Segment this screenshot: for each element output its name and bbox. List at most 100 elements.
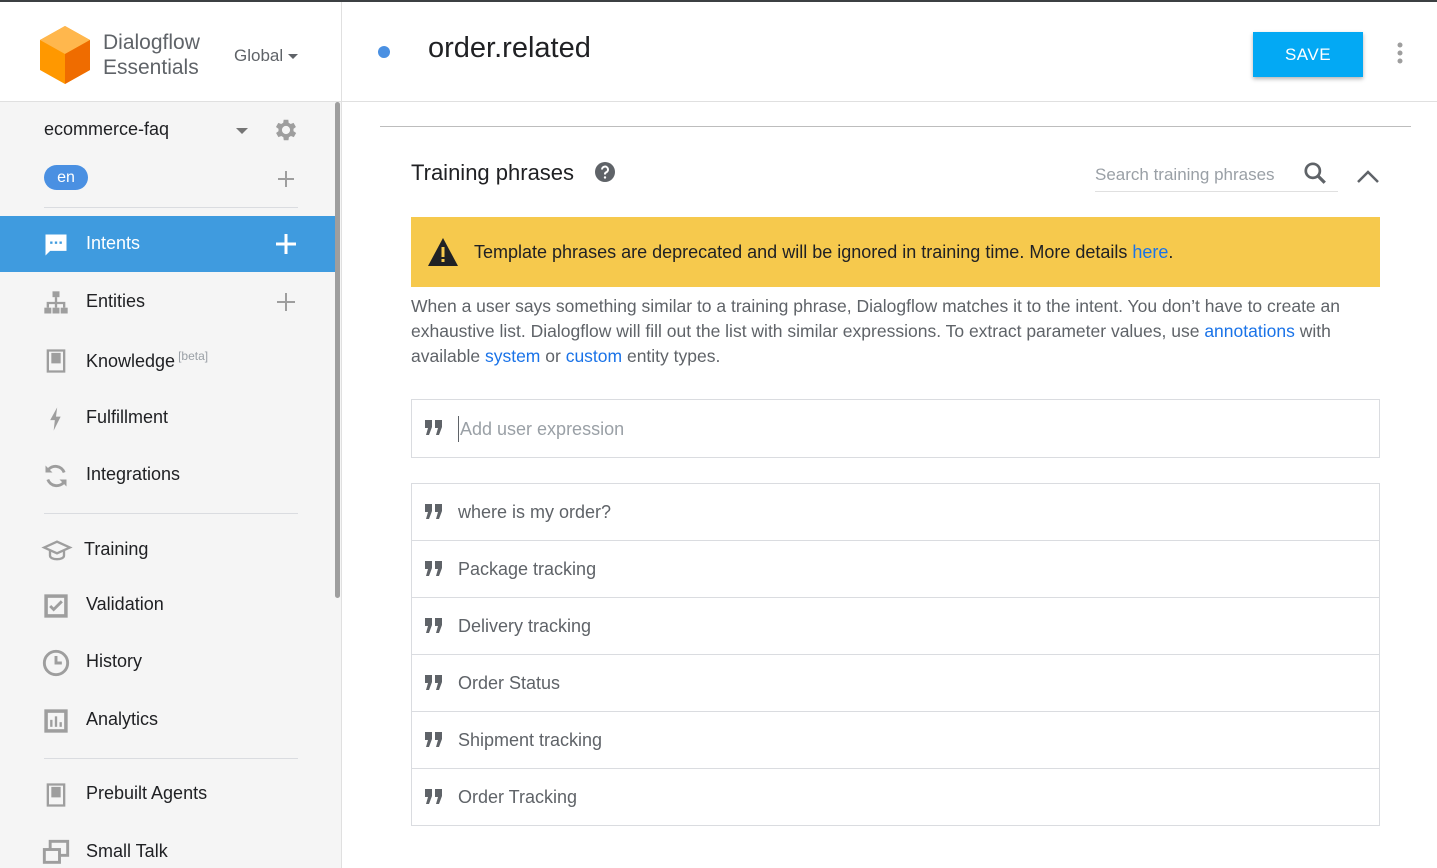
book-icon [46,349,66,373]
quote-icon [425,618,442,633]
search-input[interactable] [1095,162,1295,188]
chat-icon [45,234,67,256]
sidebar-item-training[interactable]: Training [0,522,336,578]
training-phrase-text[interactable]: Order Status [458,673,560,694]
sidebar-item-label: Knowledge [86,351,176,371]
sidebar-item-label: Intents [86,233,141,253]
caret-down-icon [288,54,299,60]
sidebar-item-knowledge[interactable]: Knowledge [beta] [0,332,336,388]
training-phrase-text[interactable]: Delivery tracking [458,616,591,637]
sidebar-item-label: Prebuilt Agents [86,783,208,803]
sidebar-item-integrations[interactable]: Integrations [0,447,336,503]
agent-dropdown-icon[interactable] [236,128,248,134]
training-phrase-text[interactable]: Shipment tracking [458,730,602,751]
section-divider [380,126,1411,127]
quote-icon [425,675,442,690]
sidebar-divider [44,758,298,759]
add-language-icon[interactable] [276,169,296,189]
sidebar-item-label: Entities [86,291,146,311]
system-link[interactable]: system [485,346,540,366]
sidebar-item-analytics[interactable]: Analytics [0,692,336,748]
region-label: Global [234,46,284,65]
hierarchy-icon [44,291,68,314]
add-intent-icon[interactable] [275,233,297,255]
agent-name[interactable]: ecommerce-faq [44,119,169,140]
intent-status-dot [378,46,390,58]
main-content: order.related SAVE Training phrases Temp… [342,2,1437,868]
annotations-link[interactable]: annotations [1204,321,1295,341]
book-icon [46,783,66,807]
product-name-line1: Dialogflow [103,31,200,54]
training-phrase-row[interactable]: Delivery tracking [412,598,1379,655]
desc-text-4: entity types. [622,346,721,366]
sidebar-item-validation[interactable]: Validation [0,577,336,633]
sidebar-scrollbar[interactable] [335,102,340,598]
quote-icon [425,561,442,576]
graduation-cap-icon [41,540,73,561]
sidebar-item-entities[interactable]: Entities [0,274,336,330]
quote-icon [425,732,442,747]
warning-text: Template phrases are deprecated and will… [474,242,1133,262]
training-phrase-list: where is my order? Package tracking Deli… [411,483,1380,826]
training-phrase-text[interactable]: Package tracking [458,559,596,580]
language-badge[interactable]: en [44,165,88,190]
custom-link[interactable]: custom [566,346,622,366]
bolt-icon [50,407,61,431]
chevron-up-icon[interactable] [1354,164,1382,188]
training-phrase-row[interactable]: Order Status [412,655,1379,712]
sidebar-divider [44,513,298,514]
more-vert-icon[interactable] [1390,42,1410,64]
sidebar-item-fulfillment[interactable]: Fulfillment [0,390,336,446]
training-phrase-row[interactable]: Order Tracking [412,769,1379,826]
sidebar-item-label: Integrations [86,464,181,484]
desc-text-3: or [540,346,566,366]
sidebar-item-label: Fulfillment [86,407,169,427]
checkbox-icon [44,594,68,618]
quote-icon [425,504,442,519]
training-phrase-row[interactable]: Package tracking [412,541,1379,598]
add-expression-row [411,399,1380,458]
bar-chart-icon [44,709,68,733]
save-button[interactable]: SAVE [1253,32,1363,77]
product-name[interactable]: Dialogflow Essentials [103,30,200,80]
sidebar-item-prebuilt-agents[interactable]: Prebuilt Agents [0,766,336,822]
help-icon[interactable] [594,161,616,183]
sidebar-item-history[interactable]: History [0,634,336,690]
training-phrase-row[interactable]: Shipment tracking [412,712,1379,769]
sidebar-item-label: Analytics [86,709,159,729]
sidebar-item-intents[interactable]: Intents [0,216,336,272]
sync-icon [45,464,67,488]
intent-header: order.related SAVE [342,2,1437,102]
add-entity-icon[interactable] [275,291,297,313]
warning-details-link[interactable]: here [1132,242,1168,262]
sidebar-divider [44,207,298,208]
training-phrase-text[interactable]: Order Tracking [458,787,577,808]
product-name-line2: Essentials [103,56,199,79]
training-phrase-text[interactable]: where is my order? [458,502,611,523]
sidebar-item-label-group: Knowledge [beta] [86,349,208,372]
quote-icon [425,789,442,804]
region-selector[interactable]: Global [234,46,299,66]
sidebar-item-label: Small Talk [86,841,168,861]
intent-name-field[interactable]: order.related [428,32,591,65]
dialogflow-logo-icon[interactable] [40,26,90,84]
desc-text-1: When a user says something similar to a … [411,296,1340,341]
training-search [1095,160,1338,192]
warning-period: . [1168,242,1174,262]
clock-icon [42,649,70,677]
sidebar-item-label: History [86,651,143,671]
quote-icon [425,420,442,435]
add-user-expression-input[interactable] [458,416,1338,442]
search-icon[interactable] [1302,160,1328,186]
training-description: When a user says something similar to a … [411,294,1351,369]
deprecation-warning: Template phrases are deprecated and will… [411,217,1380,287]
sidebar-item-small-talk[interactable]: Small Talk [0,824,336,868]
brand-header: Dialogflow Essentials Global [0,2,341,102]
beta-badge: [beta] [178,349,209,363]
gear-icon[interactable] [272,116,300,144]
chat-bubbles-icon [42,839,70,864]
training-phrase-row[interactable]: where is my order? [412,484,1379,541]
sidebar-item-label: Training [84,539,149,559]
sidebar: Dialogflow Essentials Global ecommerce-f… [0,2,342,868]
warning-icon [428,238,458,266]
